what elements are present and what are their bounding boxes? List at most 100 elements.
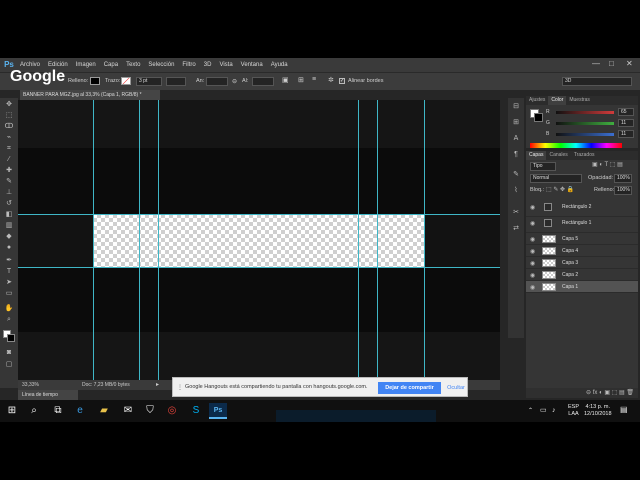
slider-value-r[interactable]: 65 bbox=[618, 108, 634, 116]
eye-icon[interactable]: ◉ bbox=[530, 272, 535, 279]
eyedropper-tool-icon[interactable]: ⁄ bbox=[3, 155, 15, 164]
menu-filtro[interactable]: Filtro bbox=[178, 62, 199, 68]
quick-mask-icon[interactable]: ◙ bbox=[3, 348, 15, 357]
close-button[interactable]: ✕ bbox=[626, 59, 633, 68]
windows-start-icon[interactable]: ⊞ bbox=[4, 403, 20, 419]
tray-chevron-icon[interactable]: ⌃ bbox=[528, 408, 533, 415]
layer-capa-1[interactable]: ◉ Capa 1 bbox=[526, 281, 638, 293]
layer-filter-dropdown[interactable]: Tipo bbox=[530, 162, 556, 171]
history-brush-tool-icon[interactable]: ↺ bbox=[3, 199, 15, 208]
height-field[interactable] bbox=[252, 77, 274, 86]
slider-track-r[interactable] bbox=[556, 111, 614, 114]
guide-horizontal[interactable] bbox=[18, 214, 500, 215]
zoom-tool-icon[interactable]: ⌕ bbox=[3, 315, 15, 324]
blend-mode-dropdown[interactable]: Normal bbox=[530, 174, 582, 183]
document-canvas[interactable] bbox=[18, 100, 500, 380]
menu-texto[interactable]: Texto bbox=[122, 62, 144, 68]
document-tab[interactable]: BANNER PARA MGZ.jpg al 33,3% (Capa 1, RG… bbox=[20, 90, 160, 100]
tab-color[interactable]: Color bbox=[548, 96, 567, 105]
slider-track-g[interactable] bbox=[556, 122, 614, 125]
clock[interactable]: 4:13 p. m. 12/10/2018 bbox=[584, 404, 612, 418]
fill-swatch[interactable] bbox=[90, 77, 100, 85]
eye-icon[interactable]: ◉ bbox=[530, 260, 535, 267]
guide-vertical[interactable] bbox=[358, 100, 359, 380]
guide-horizontal[interactable] bbox=[18, 267, 500, 268]
dodge-tool-icon[interactable]: ● bbox=[3, 243, 15, 252]
crop-tool-icon[interactable]: ⌗ bbox=[3, 144, 15, 153]
align-edges-checkbox[interactable]: ✓ bbox=[339, 78, 345, 84]
path-alignment-icon[interactable]: ⊞ bbox=[298, 76, 304, 84]
eye-icon[interactable]: ◉ bbox=[530, 248, 535, 255]
pen-tool-icon[interactable]: ✒ bbox=[3, 256, 15, 265]
link-icon[interactable]: ⊖ bbox=[232, 78, 237, 85]
stroke-swatch[interactable] bbox=[121, 77, 131, 85]
opacity-field[interactable]: 100% bbox=[614, 174, 632, 183]
skype-icon[interactable]: S bbox=[188, 403, 204, 419]
properties-panel-icon[interactable]: ⊞ bbox=[510, 118, 522, 127]
volume-icon[interactable]: ♪ bbox=[552, 407, 556, 414]
brush-tool-icon[interactable]: ✎ bbox=[3, 177, 15, 186]
layer-capa-2[interactable]: ◉ Capa 2 bbox=[526, 269, 638, 281]
history-panel-icon[interactable]: ⊟ bbox=[510, 102, 522, 111]
tab-ajustes[interactable]: Ajustes bbox=[526, 96, 548, 105]
layer-filter-icons[interactable]: ▣ ◐ T ⬚ ▤ bbox=[592, 161, 623, 168]
clone-stamp-tool-icon[interactable]: ⊥ bbox=[3, 188, 15, 197]
eraser-tool-icon[interactable]: ◧ bbox=[3, 210, 15, 219]
timeline-tab[interactable]: Línea de tiempo bbox=[18, 390, 78, 400]
transparent-rectangle[interactable] bbox=[93, 214, 424, 267]
menu-ventana[interactable]: Ventana bbox=[237, 62, 267, 68]
hide-button[interactable]: Ocultar bbox=[445, 382, 467, 394]
screen-mode-icon[interactable]: ▢ bbox=[3, 360, 15, 369]
workspace-dropdown[interactable]: 3D bbox=[562, 77, 632, 86]
swap-panel-icon[interactable]: ⇄ bbox=[510, 224, 522, 233]
path-selection-tool-icon[interactable]: ➤ bbox=[3, 278, 15, 287]
network-icon[interactable]: ▭ bbox=[540, 407, 547, 414]
menu-ayuda[interactable]: Ayuda bbox=[267, 62, 292, 68]
blur-tool-icon[interactable]: ◆ bbox=[3, 232, 15, 241]
tab-trazados[interactable]: Trazados bbox=[571, 151, 598, 160]
minimize-button[interactable]: — bbox=[592, 59, 600, 68]
search-icon[interactable]: ⌕ bbox=[26, 403, 42, 419]
rectangle-tool-icon[interactable]: ▭ bbox=[3, 289, 15, 298]
color-spectrum-bar[interactable] bbox=[530, 143, 622, 148]
layer-rectangulo-1[interactable]: ◉ Rectángulo 1 bbox=[526, 217, 638, 233]
layer-rectangulo-2[interactable]: ◉ Rectángulo 2 bbox=[526, 201, 638, 217]
path-operations-icon[interactable]: ▣ bbox=[282, 76, 289, 84]
file-explorer-icon[interactable]: ▰ bbox=[96, 403, 112, 419]
paragraph-panel-icon[interactable]: ¶ bbox=[510, 150, 522, 159]
path-arrangement-icon[interactable]: ≡ bbox=[312, 76, 316, 83]
eye-icon[interactable]: ◉ bbox=[530, 236, 535, 243]
marquee-tool-icon[interactable]: ⬚ bbox=[3, 111, 15, 120]
tab-capas[interactable]: Capas bbox=[526, 151, 547, 160]
guide-vertical[interactable] bbox=[377, 100, 378, 380]
lock-icons[interactable]: ⬚ ✎ ✥ 🔒 bbox=[546, 186, 574, 193]
width-field[interactable] bbox=[206, 77, 228, 86]
menu-capa[interactable]: Capa bbox=[100, 62, 122, 68]
canvas-area[interactable] bbox=[18, 100, 500, 380]
slider-value-b[interactable]: 11 bbox=[618, 130, 634, 138]
stroke-type-dropdown[interactable] bbox=[166, 77, 186, 86]
lasso-tool-icon[interactable]: ↀ bbox=[3, 122, 15, 131]
character-panel-icon[interactable]: A bbox=[510, 134, 522, 143]
layer-capa-4[interactable]: ◉ Capa 4 bbox=[526, 245, 638, 257]
settings-gear-icon[interactable]: ✲ bbox=[328, 76, 334, 84]
layers-bottom-toolbar[interactable]: ⊖ fx ◐ ▣ ⬚ ▤ 🗑 bbox=[526, 388, 638, 398]
store-icon[interactable]: ⛉ bbox=[142, 403, 158, 419]
guide-vertical[interactable] bbox=[139, 100, 140, 380]
menu-seleccion[interactable]: Selección bbox=[144, 62, 178, 68]
slider-value-g[interactable]: 11 bbox=[618, 119, 634, 127]
brush-panel-icon[interactable]: ⌇ bbox=[510, 186, 522, 195]
type-tool-icon[interactable]: T bbox=[3, 267, 15, 276]
eye-icon[interactable]: ◉ bbox=[530, 204, 535, 211]
zoom-level[interactable]: 33,33% bbox=[22, 382, 39, 388]
edge-browser-icon[interactable]: e bbox=[72, 403, 88, 419]
chrome-icon[interactable]: ◎ bbox=[164, 403, 180, 419]
fill-field[interactable]: 100% bbox=[614, 186, 632, 195]
slider-track-b[interactable] bbox=[556, 133, 614, 136]
layer-capa-3[interactable]: ◉ Capa 3 bbox=[526, 257, 638, 269]
quick-selection-tool-icon[interactable]: ⌁ bbox=[3, 133, 15, 142]
photoshop-taskbar-icon[interactable]: Ps bbox=[209, 403, 227, 419]
notifications-icon[interactable]: ▤ bbox=[620, 406, 628, 414]
stop-sharing-button[interactable]: Dejar de compartir bbox=[378, 382, 441, 394]
guide-vertical[interactable] bbox=[158, 100, 159, 380]
